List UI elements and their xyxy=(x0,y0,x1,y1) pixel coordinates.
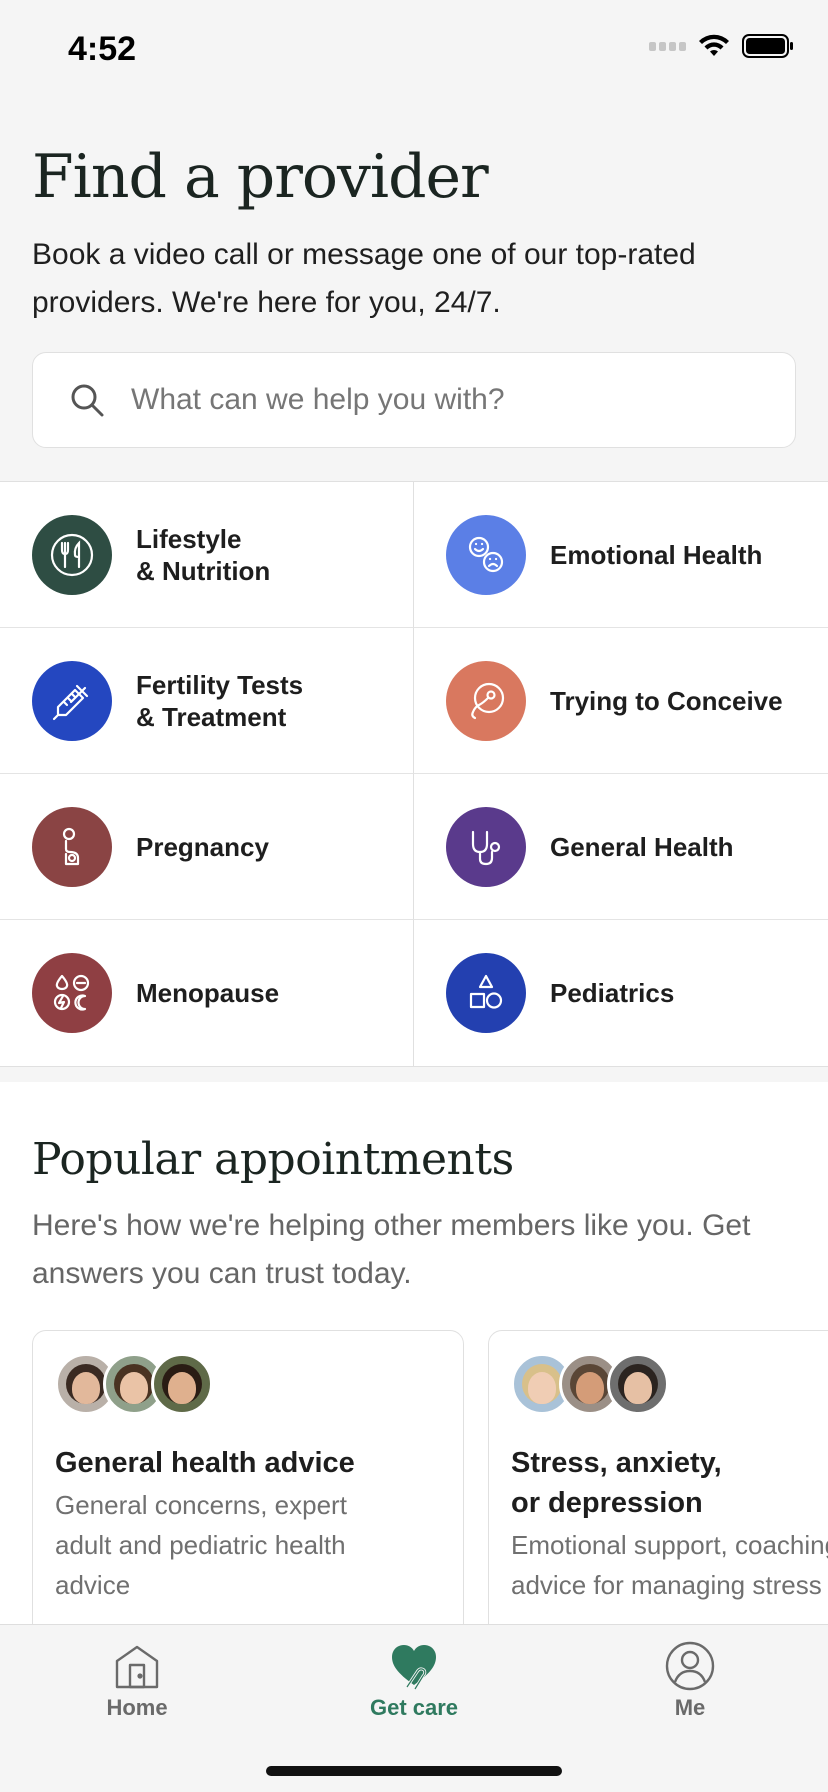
avatar xyxy=(151,1353,213,1415)
card-description: General concerns, expert adult and pedia… xyxy=(55,1490,347,1600)
tab-home[interactable]: Home xyxy=(57,1639,217,1721)
category-label: General Health xyxy=(550,831,734,862)
shapes-icon xyxy=(446,953,526,1033)
tab-me[interactable]: Me xyxy=(610,1639,770,1721)
category-pediatrics[interactable]: Pediatrics xyxy=(414,920,828,1066)
category-grid: Lifestyle & Nutrition Emotional Health F… xyxy=(0,481,828,1067)
avatar xyxy=(607,1353,669,1415)
provider-avatars xyxy=(55,1353,441,1415)
search-bar[interactable] xyxy=(32,352,796,448)
person-icon xyxy=(665,1641,715,1691)
popular-appointments-section: Popular appointments Here's how we're he… xyxy=(0,1082,828,1628)
category-trying-to-conceive[interactable]: Trying to Conceive xyxy=(414,628,828,774)
cellular-signal-icon xyxy=(649,41,686,51)
stethoscope-icon xyxy=(446,806,526,887)
home-indicator xyxy=(266,1766,562,1776)
sperm-egg-icon xyxy=(446,660,526,741)
card-description: Emotional support, coaching, advice for … xyxy=(511,1530,828,1600)
category-label: Pregnancy xyxy=(136,831,269,862)
page-subtitle: Book a video call or message one of our … xyxy=(32,238,696,319)
status-icons xyxy=(649,34,794,58)
heart-hand-icon xyxy=(392,1645,436,1691)
appointment-cards: General health advice General concerns, … xyxy=(32,1330,828,1628)
category-pregnancy[interactable]: Pregnancy xyxy=(0,774,414,920)
pregnancy-icon xyxy=(32,806,112,887)
provider-avatars xyxy=(511,1353,828,1415)
status-bar: 4:52 xyxy=(0,0,828,100)
card-title: Stress, anxiety, or depression xyxy=(511,1447,722,1519)
syringe-icon xyxy=(32,660,112,741)
card-title: General health advice xyxy=(55,1447,355,1479)
category-emotional-health[interactable]: Emotional Health xyxy=(414,482,828,628)
category-fertility-tests-treatment[interactable]: Fertility Tests & Treatment xyxy=(0,628,414,774)
tab-label: Home xyxy=(106,1695,168,1720)
appointment-card-general-health[interactable]: General health advice General concerns, … xyxy=(32,1330,464,1628)
hero: Find a provider Book a video call or mes… xyxy=(32,140,798,327)
search-icon xyxy=(71,384,104,417)
tab-get-care[interactable]: Get care xyxy=(334,1639,494,1721)
category-label: Menopause xyxy=(136,978,280,1008)
faces-icon xyxy=(446,514,526,595)
search-input[interactable] xyxy=(131,383,771,417)
category-general-health[interactable]: General Health xyxy=(414,774,828,920)
wifi-icon xyxy=(699,34,729,56)
category-label: Pediatrics xyxy=(550,978,675,1008)
category-lifestyle-nutrition[interactable]: Lifestyle & Nutrition xyxy=(0,482,414,628)
tab-label: Me xyxy=(674,1695,706,1720)
category-label: Lifestyle & Nutrition xyxy=(136,523,271,586)
category-label: Fertility Tests & Treatment xyxy=(136,669,304,732)
section-subtitle: Here's how we're helping other members l… xyxy=(32,1209,751,1290)
menopause-symbols-icon xyxy=(32,953,112,1033)
battery-icon xyxy=(742,34,793,58)
category-label: Emotional Health xyxy=(550,539,763,570)
section-title: Popular appointments xyxy=(32,1134,514,1185)
appointment-card-stress-anxiety[interactable]: Stress, anxiety, or depression Emotional… xyxy=(488,1330,828,1628)
tab-bar: Home Get care Me xyxy=(0,1624,828,1792)
tab-label: Get care xyxy=(369,1695,459,1720)
home-icon xyxy=(115,1645,159,1689)
category-menopause[interactable]: Menopause xyxy=(0,920,414,1066)
fork-knife-icon xyxy=(32,514,112,595)
page-title: Find a provider xyxy=(32,142,489,212)
status-time: 4:52 xyxy=(68,30,137,68)
category-label: Trying to Conceive xyxy=(550,685,783,716)
